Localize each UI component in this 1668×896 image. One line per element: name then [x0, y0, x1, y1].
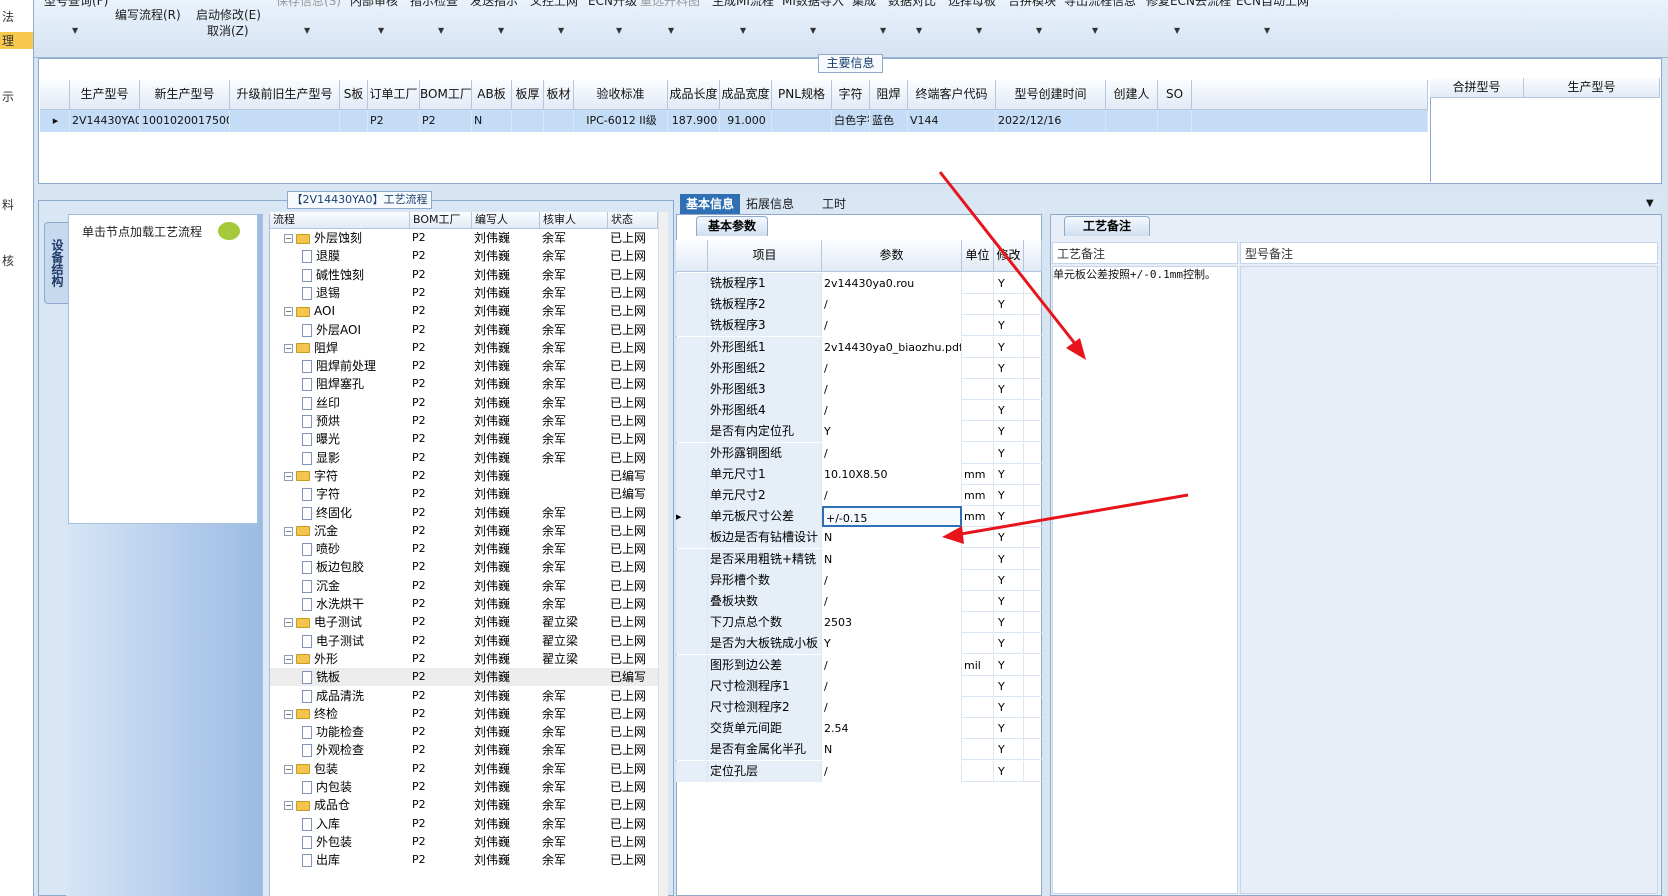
arrowhead-remark [1066, 338, 1086, 360]
annotation-arrows [938, 171, 1189, 544]
arrow-to-tolerance [954, 493, 1189, 537]
arrow-to-remark [938, 171, 1082, 351]
arrowhead-tolerance [942, 526, 964, 544]
